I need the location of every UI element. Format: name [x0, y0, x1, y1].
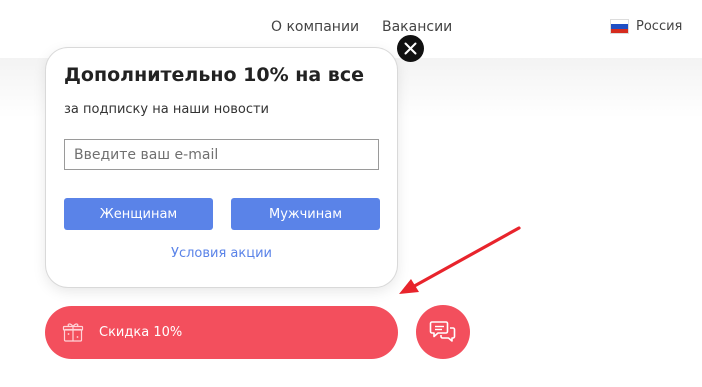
discount-button[interactable]: Скидка 10% — [45, 306, 398, 359]
men-button[interactable]: Мужчинам — [231, 198, 380, 230]
terms-link[interactable]: Условия акции — [46, 246, 397, 261]
chat-bubbles-icon — [429, 321, 456, 342]
women-button[interactable]: Женщинам — [64, 198, 213, 230]
nav-link-about[interactable]: О компании — [271, 19, 359, 35]
close-icon — [404, 42, 417, 55]
discount-label: Скидка 10% — [99, 325, 183, 340]
email-input[interactable] — [64, 139, 379, 170]
language-label: Россия — [636, 19, 683, 34]
popup-title: Дополнительно 10% на все — [64, 64, 364, 86]
gift-icon — [62, 323, 84, 342]
popup-subtitle: за подписку на наши новости — [64, 102, 270, 117]
popup-close-button[interactable] — [397, 35, 424, 62]
language-selector[interactable]: Россия — [611, 19, 682, 34]
chat-button[interactable] — [416, 305, 470, 359]
red-arrow-icon — [399, 226, 521, 294]
russia-flag-icon — [611, 20, 628, 33]
page: О компании Вакансии Россия Дополнительно… — [0, 0, 702, 387]
nav-link-jobs[interactable]: Вакансии — [382, 19, 452, 35]
subscribe-popup: Дополнительно 10% на все за подписку на … — [46, 48, 397, 287]
